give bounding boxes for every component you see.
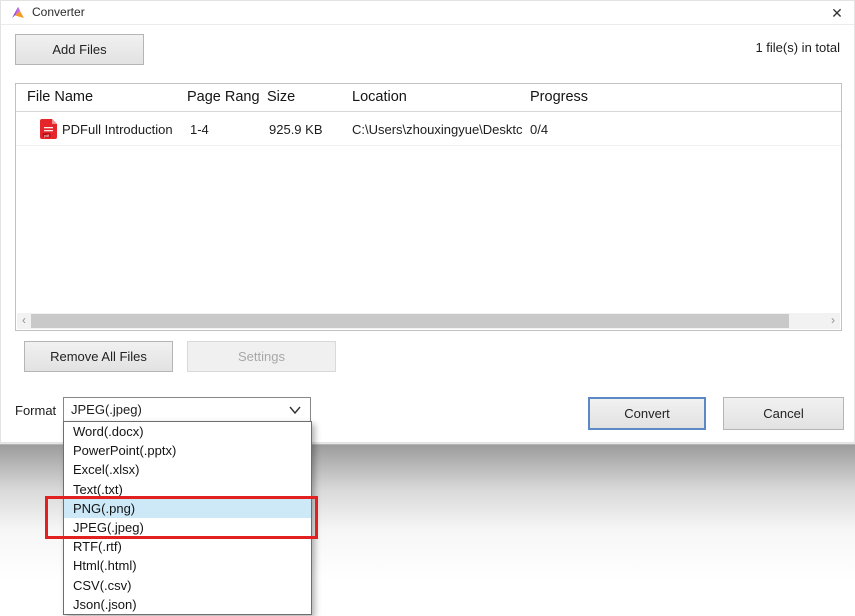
files-total-label: 1 file(s) in total [755, 40, 840, 55]
cell-location: C:\Users\zhouxingyue\Desktc [352, 122, 523, 137]
table-hscrollbar[interactable]: ‹ › [17, 313, 840, 329]
screen: Converter ✕ Add Files 1 file(s) in total… [0, 0, 855, 616]
dropdown-option-rtf[interactable]: RTF(.rtf) [64, 537, 311, 556]
cell-size: 925.9 KB [269, 122, 323, 137]
cell-progress: 0/4 [530, 122, 548, 137]
dropdown-option-png[interactable]: PNG(.png) [64, 499, 311, 518]
converter-dialog: Converter ✕ Add Files 1 file(s) in total… [0, 0, 855, 443]
close-icon[interactable]: ✕ [826, 3, 848, 23]
scroll-left-icon[interactable]: ‹ [17, 313, 31, 329]
table-header: File Name Page Rang Size Location Progre… [16, 84, 841, 112]
title-bar: Converter ✕ [1, 1, 854, 25]
dropdown-option-powerpoint[interactable]: PowerPoint(.pptx) [64, 441, 311, 460]
pdf-file-icon: pdf [40, 119, 57, 139]
file-table: File Name Page Rang Size Location Progre… [15, 83, 842, 331]
app-logo-icon [11, 6, 25, 20]
col-size[interactable]: Size [267, 89, 295, 105]
dropdown-option-jpeg[interactable]: JPEG(.jpeg) [64, 518, 311, 537]
cancel-button[interactable]: Cancel [723, 397, 844, 430]
col-file-name[interactable]: File Name [27, 89, 93, 105]
dropdown-option-html[interactable]: Html(.html) [64, 556, 311, 575]
add-files-button[interactable]: Add Files [15, 34, 144, 65]
col-progress[interactable]: Progress [530, 89, 588, 105]
format-selected-value: JPEG(.jpeg) [71, 402, 142, 417]
settings-button[interactable]: Settings [187, 341, 336, 372]
dropdown-option-json[interactable]: Json(.json) [64, 595, 311, 614]
dropdown-option-csv[interactable]: CSV(.csv) [64, 576, 311, 595]
scrollbar-thumb[interactable] [31, 314, 789, 328]
dropdown-option-word[interactable]: Word(.docx) [64, 422, 311, 441]
cell-page-range: 1-4 [190, 122, 209, 137]
dropdown-option-excel[interactable]: Excel(.xlsx) [64, 460, 311, 479]
cell-file-name: PDFull Introduction [62, 122, 173, 137]
format-label: Format [15, 403, 56, 418]
col-location[interactable]: Location [352, 89, 407, 105]
svg-text:pdf: pdf [44, 134, 49, 138]
remove-all-files-button[interactable]: Remove All Files [24, 341, 173, 372]
convert-button[interactable]: Convert [588, 397, 706, 430]
chevron-down-icon [289, 405, 301, 415]
scroll-right-icon[interactable]: › [826, 313, 840, 329]
col-page-range[interactable]: Page Rang [187, 89, 260, 105]
dropdown-option-text[interactable]: Text(.txt) [64, 480, 311, 499]
format-dropdown-list: Word(.docx) PowerPoint(.pptx) Excel(.xls… [63, 421, 312, 615]
format-combobox[interactable]: JPEG(.jpeg) [63, 397, 311, 422]
table-row[interactable]: pdf PDFull Introduction 1-4 925.9 KB C:\… [16, 112, 841, 146]
window-title: Converter [32, 5, 85, 19]
